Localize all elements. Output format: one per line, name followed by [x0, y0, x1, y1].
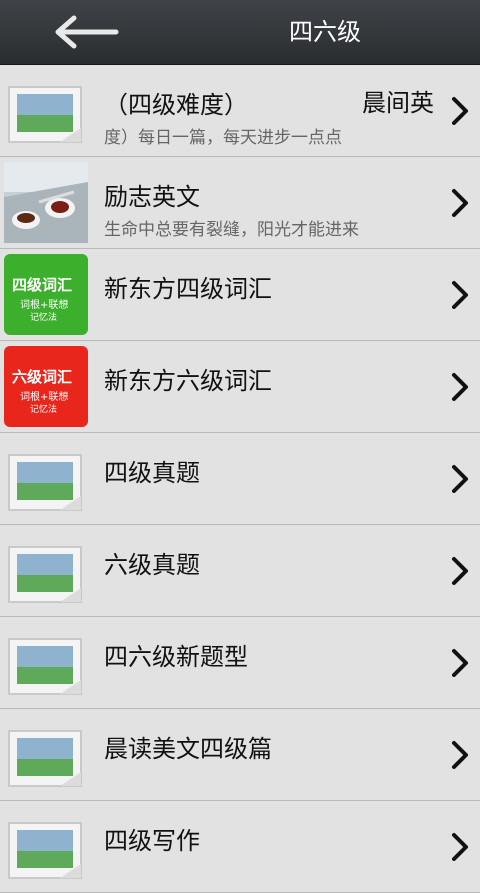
book-cover-title: 六级词汇 [12, 368, 73, 386]
book-cover-subtitle: 词根+联想 [20, 300, 69, 311]
list-item[interactable]: （四级难度） 晨间英 度）每日一篇，每天进步一点点 [0, 65, 480, 157]
list-item-title: （四级难度） [104, 91, 248, 119]
list-item-subtitle: 生命中总要有裂缝，阳光才能进来 [104, 220, 359, 240]
list-item[interactable]: 六级真题 [0, 525, 480, 617]
list-item-title: 六级真题 [104, 551, 200, 579]
list-item-title: 新东方六级词汇 [104, 367, 272, 395]
list-item-subtitle: 度）每日一篇，每天进步一点点 [104, 128, 342, 148]
list-item[interactable]: 励志英文 生命中总要有裂缝，阳光才能进来 [0, 157, 480, 249]
list-item-title-continued: 晨间英 [362, 89, 434, 117]
book-cover-subtitle-2: 记忆法 [30, 405, 58, 415]
image-placeholder-icon [8, 638, 82, 695]
chevron-right-icon [452, 649, 468, 677]
list-item-title: 四六级新题型 [104, 643, 248, 671]
list-item[interactable]: 六级词汇 词根+联想 记忆法 新东方六级词汇 [0, 341, 480, 433]
marquee-text: （四级难度） 晨间英 度）每日一篇，每天进步一点点 [104, 65, 438, 156]
chevron-right-icon [452, 189, 468, 217]
image-placeholder-icon [8, 454, 82, 511]
chevron-right-icon [452, 557, 468, 585]
image-placeholder-icon [8, 822, 82, 879]
list-item-title: 励志英文 [104, 183, 200, 211]
book-list: （四级难度） 晨间英 度）每日一篇，每天进步一点点 励志英文 生命中总要有裂缝，… [0, 65, 480, 893]
list-item[interactable]: 四六级新题型 [0, 617, 480, 709]
list-item-title: 新东方四级词汇 [104, 275, 272, 303]
list-item[interactable]: 四级写作 [0, 801, 480, 893]
image-placeholder-icon [8, 546, 82, 603]
list-item[interactable]: 四级词汇 词根+联想 记忆法 新东方四级词汇 [0, 249, 480, 341]
chevron-right-icon [452, 465, 468, 493]
image-placeholder-icon [8, 86, 82, 143]
chevron-right-icon [452, 373, 468, 401]
book-cover-subtitle-2: 记忆法 [30, 313, 58, 323]
book-cover-green: 四级词汇 词根+联想 记忆法 [4, 254, 88, 335]
chevron-right-icon [452, 281, 468, 309]
page-title: 四六级 [289, 18, 361, 46]
list-item[interactable]: 晨读美文四级篇 [0, 709, 480, 801]
book-cover-subtitle: 词根+联想 [20, 392, 69, 403]
list-item[interactable]: 四级真题 [0, 433, 480, 525]
back-arrow-icon[interactable] [46, 12, 126, 52]
chevron-right-icon [452, 833, 468, 861]
book-cover-red: 六级词汇 词根+联想 记忆法 [4, 346, 88, 427]
top-bar: 四六级 [0, 0, 480, 65]
chevron-right-icon [452, 741, 468, 769]
image-placeholder-icon [8, 730, 82, 787]
list-item-title: 四级写作 [104, 827, 200, 855]
list-item-title: 四级真题 [104, 459, 200, 487]
book-cover-title: 四级词汇 [12, 276, 73, 294]
coffee-image [4, 162, 88, 243]
chevron-right-icon [452, 97, 468, 125]
list-item-title: 晨读美文四级篇 [104, 735, 272, 763]
